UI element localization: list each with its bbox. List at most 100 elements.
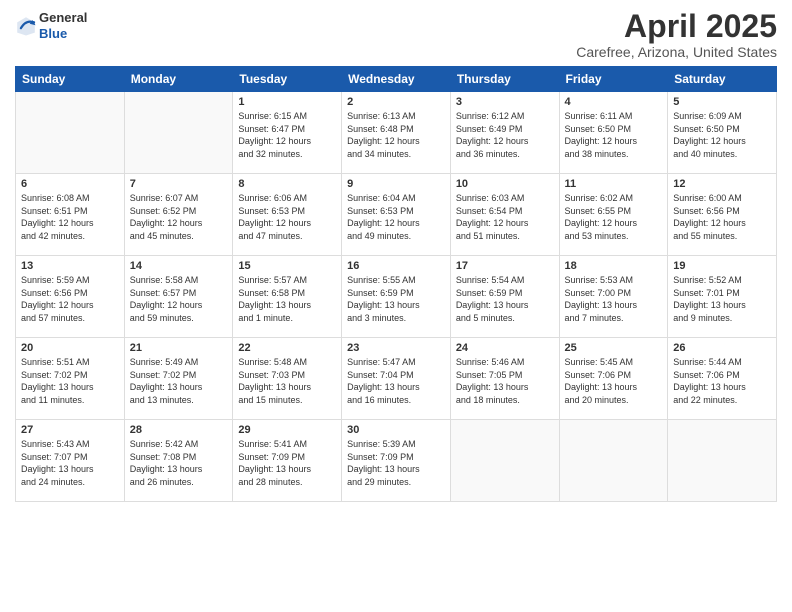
table-row: 10 Sunrise: 6:03 AMSunset: 6:54 PMDayligh… [450, 174, 559, 256]
day-number: 17 [456, 260, 554, 272]
day-info: Sunrise: 6:09 AMSunset: 6:50 PMDaylight:… [673, 110, 771, 160]
day-info: Sunrise: 5:47 AMSunset: 7:04 PMDaylight:… [347, 356, 445, 406]
day-number: 4 [565, 96, 663, 108]
day-info: Sunrise: 5:45 AMSunset: 7:06 PMDaylight:… [565, 356, 663, 406]
day-number: 2 [347, 96, 445, 108]
calendar-week-row: 6 Sunrise: 6:08 AMSunset: 6:51 PMDaylight… [16, 174, 777, 256]
table-row [668, 420, 777, 502]
table-row: 4 Sunrise: 6:11 AMSunset: 6:50 PMDaylight… [559, 92, 668, 174]
day-number: 11 [565, 178, 663, 190]
logo-icon [15, 15, 37, 37]
day-number: 7 [130, 178, 228, 190]
header: General Blue April 2025 Carefree, Arizon… [15, 10, 777, 60]
col-wednesday: Wednesday [342, 67, 451, 92]
day-info: Sunrise: 6:11 AMSunset: 6:50 PMDaylight:… [565, 110, 663, 160]
day-info: Sunrise: 5:59 AMSunset: 6:56 PMDaylight:… [21, 274, 119, 324]
logo-text: General Blue [39, 10, 87, 41]
table-row: 25 Sunrise: 5:45 AMSunset: 7:06 PMDayligh… [559, 338, 668, 420]
day-number: 26 [673, 342, 771, 354]
table-row: 27 Sunrise: 5:43 AMSunset: 7:07 PMDayligh… [16, 420, 125, 502]
day-number: 20 [21, 342, 119, 354]
table-row: 1 Sunrise: 6:15 AMSunset: 6:47 PMDaylight… [233, 92, 342, 174]
calendar-page: General Blue April 2025 Carefree, Arizon… [0, 0, 792, 612]
day-info: Sunrise: 5:58 AMSunset: 6:57 PMDaylight:… [130, 274, 228, 324]
day-number: 27 [21, 424, 119, 436]
day-number: 9 [347, 178, 445, 190]
table-row: 13Sunrise: 5:59 AMSunset: 6:56 PMDayligh… [16, 256, 125, 338]
day-number: 24 [456, 342, 554, 354]
col-sunday: Sunday [16, 67, 125, 92]
day-number: 3 [456, 96, 554, 108]
table-row: 24 Sunrise: 5:46 AMSunset: 7:05 PMDayligh… [450, 338, 559, 420]
day-number: 6 [21, 178, 119, 190]
day-info: Sunrise: 6:02 AMSunset: 6:55 PMDaylight:… [565, 192, 663, 242]
day-info: Sunrise: 5:57 AMSunset: 6:58 PMDaylight:… [238, 274, 336, 324]
day-info: Sunrise: 5:54 AMSunset: 6:59 PMDaylight:… [456, 274, 554, 324]
day-number: 1 [238, 96, 336, 108]
table-row: 14 Sunrise: 5:58 AMSunset: 6:57 PMDayligh… [124, 256, 233, 338]
day-number: 29 [238, 424, 336, 436]
calendar-week-row: 20 Sunrise: 5:51 AMSunset: 7:02 PMDayligh… [16, 338, 777, 420]
col-friday: Friday [559, 67, 668, 92]
day-info: Sunrise: 6:08 AMSunset: 6:51 PMDaylight:… [21, 192, 119, 242]
table-row: 19Sunrise: 5:52 AMSunset: 7:01 PMDayligh… [668, 256, 777, 338]
calendar-header-row: Sunday Monday Tuesday Wednesday Thursday… [16, 67, 777, 92]
table-row: 26 Sunrise: 5:44 AMSunset: 7:06 PMDayligh… [668, 338, 777, 420]
day-number: 30 [347, 424, 445, 436]
day-number: 19 [673, 260, 771, 272]
day-info: Sunrise: 6:07 AMSunset: 6:52 PMDaylight:… [130, 192, 228, 242]
day-info: Sunrise: 6:04 AMSunset: 6:53 PMDaylight:… [347, 192, 445, 242]
calendar-table: Sunday Monday Tuesday Wednesday Thursday… [15, 66, 777, 502]
table-row: 3Sunrise: 6:12 AMSunset: 6:49 PMDaylight… [450, 92, 559, 174]
table-row [450, 420, 559, 502]
day-number: 14 [130, 260, 228, 272]
table-row: 6 Sunrise: 6:08 AMSunset: 6:51 PMDaylight… [16, 174, 125, 256]
col-tuesday: Tuesday [233, 67, 342, 92]
day-number: 25 [565, 342, 663, 354]
day-info: Sunrise: 6:06 AMSunset: 6:53 PMDaylight:… [238, 192, 336, 242]
day-info: Sunrise: 6:03 AMSunset: 6:54 PMDaylight:… [456, 192, 554, 242]
day-info: Sunrise: 5:46 AMSunset: 7:05 PMDaylight:… [456, 356, 554, 406]
table-row: 20 Sunrise: 5:51 AMSunset: 7:02 PMDayligh… [16, 338, 125, 420]
day-info: Sunrise: 5:51 AMSunset: 7:02 PMDaylight:… [21, 356, 119, 406]
day-info: Sunrise: 5:55 AMSunset: 6:59 PMDaylight:… [347, 274, 445, 324]
col-saturday: Saturday [668, 67, 777, 92]
calendar-week-row: 1 Sunrise: 6:15 AMSunset: 6:47 PMDaylight… [16, 92, 777, 174]
table-row: 30 Sunrise: 5:39 AMSunset: 7:09 PMDayligh… [342, 420, 451, 502]
day-info: Sunrise: 5:53 AMSunset: 7:00 PMDaylight:… [565, 274, 663, 324]
day-info: Sunrise: 6:15 AMSunset: 6:47 PMDaylight:… [238, 110, 336, 160]
day-info: Sunrise: 5:41 AMSunset: 7:09 PMDaylight:… [238, 438, 336, 488]
day-number: 8 [238, 178, 336, 190]
day-info: Sunrise: 6:00 AMSunset: 6:56 PMDaylight:… [673, 192, 771, 242]
table-row: 18Sunrise: 5:53 AMSunset: 7:00 PMDayligh… [559, 256, 668, 338]
table-row: 12 Sunrise: 6:00 AMSunset: 6:56 PMDayligh… [668, 174, 777, 256]
day-number: 28 [130, 424, 228, 436]
calendar-subtitle: Carefree, Arizona, United States [576, 44, 777, 60]
day-info: Sunrise: 5:43 AMSunset: 7:07 PMDaylight:… [21, 438, 119, 488]
day-info: Sunrise: 5:39 AMSunset: 7:09 PMDaylight:… [347, 438, 445, 488]
day-number: 23 [347, 342, 445, 354]
table-row: 11 Sunrise: 6:02 AMSunset: 6:55 PMDayligh… [559, 174, 668, 256]
table-row: 2 Sunrise: 6:13 AMSunset: 6:48 PMDaylight… [342, 92, 451, 174]
table-row: 5Sunrise: 6:09 AMSunset: 6:50 PMDaylight… [668, 92, 777, 174]
day-info: Sunrise: 6:13 AMSunset: 6:48 PMDaylight:… [347, 110, 445, 160]
table-row: 23 Sunrise: 5:47 AMSunset: 7:04 PMDayligh… [342, 338, 451, 420]
calendar-week-row: 13Sunrise: 5:59 AMSunset: 6:56 PMDayligh… [16, 256, 777, 338]
table-row: 28 Sunrise: 5:42 AMSunset: 7:08 PMDayligh… [124, 420, 233, 502]
col-monday: Monday [124, 67, 233, 92]
table-row: 29 Sunrise: 5:41 AMSunset: 7:09 PMDayligh… [233, 420, 342, 502]
table-row: 15Sunrise: 5:57 AMSunset: 6:58 PMDayligh… [233, 256, 342, 338]
day-number: 12 [673, 178, 771, 190]
table-row [124, 92, 233, 174]
table-row: 7 Sunrise: 6:07 AMSunset: 6:52 PMDaylight… [124, 174, 233, 256]
day-number: 10 [456, 178, 554, 190]
day-info: Sunrise: 5:44 AMSunset: 7:06 PMDaylight:… [673, 356, 771, 406]
day-number: 21 [130, 342, 228, 354]
day-number: 22 [238, 342, 336, 354]
table-row: 21 Sunrise: 5:49 AMSunset: 7:02 PMDayligh… [124, 338, 233, 420]
day-info: Sunrise: 5:49 AMSunset: 7:02 PMDaylight:… [130, 356, 228, 406]
day-info: Sunrise: 5:42 AMSunset: 7:08 PMDaylight:… [130, 438, 228, 488]
table-row [559, 420, 668, 502]
calendar-title: April 2025 [576, 10, 777, 42]
day-info: Sunrise: 5:48 AMSunset: 7:03 PMDaylight:… [238, 356, 336, 406]
